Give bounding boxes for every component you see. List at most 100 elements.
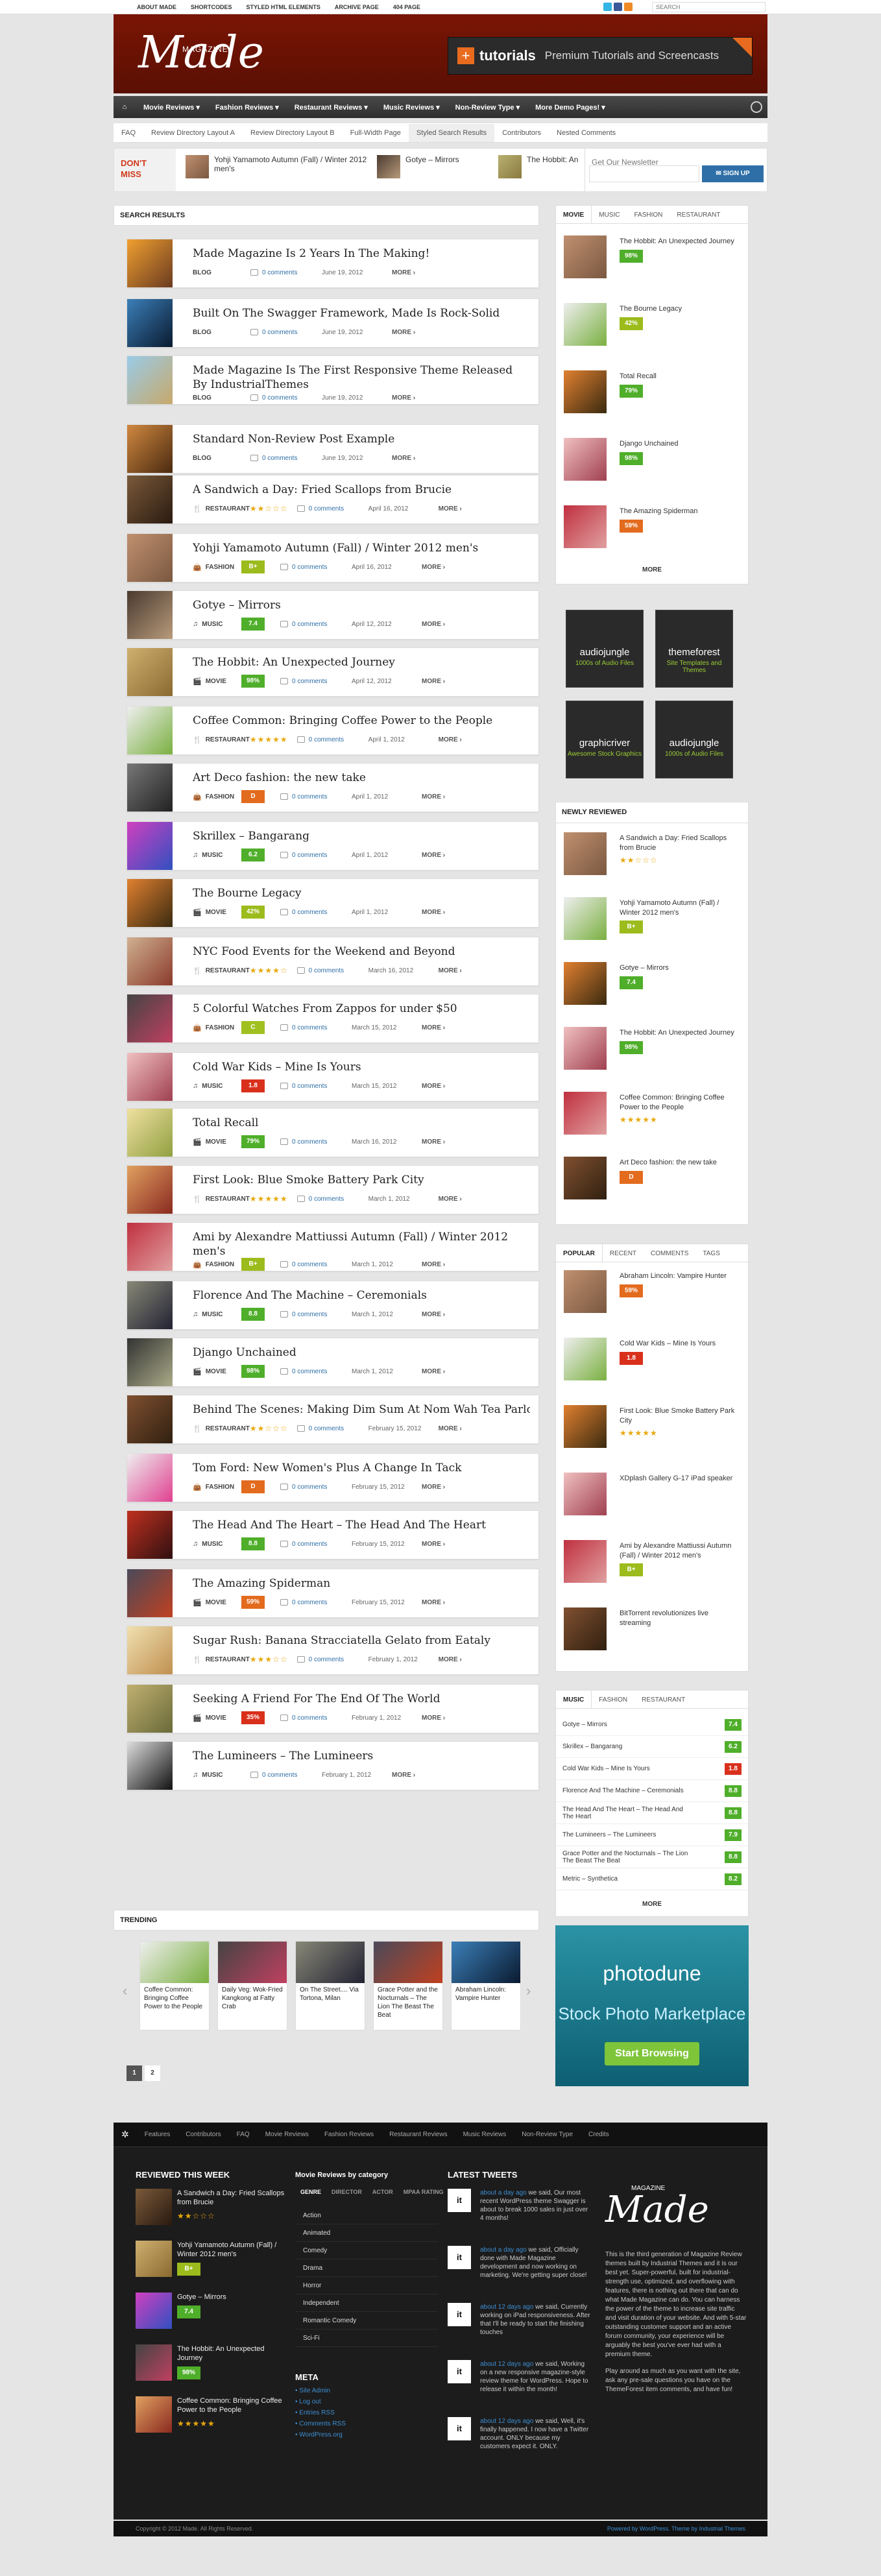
thumbnail[interactable] [127, 1511, 173, 1559]
result-title[interactable]: The Amazing Spiderman [193, 1576, 530, 1591]
category-label[interactable]: BLOG [193, 394, 241, 402]
music-title[interactable]: Skrillex – Bangarang [562, 1743, 622, 1750]
trending-title[interactable]: Daily Veg: Wok-Fried Kangkong at Fatty C… [218, 1983, 287, 2014]
thumbnail[interactable] [127, 475, 173, 524]
result-title[interactable]: Art Deco fashion: the new take [193, 771, 530, 785]
comments-link[interactable]: 0 comments [280, 1311, 352, 1318]
footer-nav-item[interactable]: FAQ [229, 2131, 258, 2138]
start-browsing-button[interactable]: Start Browsing [605, 2042, 699, 2065]
more-link[interactable]: MORE › [422, 621, 445, 628]
thumbnail[interactable] [136, 2396, 172, 2433]
meta-link[interactable]: • Log out [295, 2396, 346, 2407]
search-result-card[interactable]: A Sandwich a Day: Fried Scallops from Br… [127, 475, 539, 524]
thumbnail[interactable] [140, 1942, 209, 1983]
comments-link[interactable]: 0 comments [280, 678, 352, 685]
tweet-time[interactable]: about 12 days ago [480, 2361, 533, 2368]
sidebar-item-title[interactable]: The Bourne Legacy [620, 304, 740, 314]
top-search-input[interactable] [652, 2, 766, 12]
footer-item-title[interactable]: Yohji Yamamoto Autumn (Fall) / Winter 20… [177, 2241, 287, 2259]
footer-nav-item[interactable]: Features [137, 2131, 178, 2138]
comments-link[interactable]: 0 comments [280, 1541, 352, 1548]
thumbnail[interactable] [127, 764, 173, 812]
trending-card[interactable]: Daily Veg: Wok-Fried Kangkong at Fatty C… [217, 1941, 287, 2030]
more-link[interactable]: MORE › [422, 1024, 445, 1031]
result-title[interactable]: A Sandwich a Day: Fried Scallops from Br… [193, 483, 530, 497]
chevron-left-icon[interactable]: ‹ [123, 1982, 127, 1999]
search-result-card[interactable]: Florence And The Machine – Ceremonials ♫ M… [127, 1281, 539, 1330]
tab-music[interactable]: Music [556, 1691, 592, 1708]
category-item[interactable]: Animated [295, 2224, 438, 2242]
sidebar-item-title[interactable]: The Hobbit: An Unexpected Journey [620, 1028, 740, 1038]
result-title[interactable]: Total Recall [193, 1116, 530, 1130]
category-label[interactable]: 🎬 MOVIE [193, 908, 241, 917]
comments-link[interactable]: 0 comments [250, 329, 322, 336]
twitter-icon[interactable] [603, 3, 612, 11]
tab-restaurant[interactable]: Restaurant [670, 206, 727, 223]
more-link[interactable]: MORE › [392, 394, 415, 402]
footer-item-title[interactable]: The Hobbit: An Unexpected Journey [177, 2344, 287, 2363]
search-result-card[interactable]: Built On The Swagger Framework, Made Is … [127, 298, 539, 348]
page-number-current[interactable]: 1 [127, 2065, 142, 2081]
tab-fashion[interactable]: Fashion [592, 1691, 634, 1708]
thumbnail[interactable] [127, 299, 173, 347]
category-label[interactable]: 🎬 MOVIE [193, 1367, 241, 1376]
tab-actor[interactable]: Actor [367, 2189, 398, 2195]
ad-banner[interactable]: themeforest Site Templates and Themes [655, 610, 733, 688]
category-label[interactable]: ♫ MUSIC [193, 1082, 241, 1090]
trending-title[interactable]: Abraham Lincoln: Vampire Hunter [452, 1983, 520, 2005]
result-title[interactable]: First Look: Blue Smoke Battery Park City [193, 1173, 530, 1187]
thumbnail[interactable] [564, 1027, 607, 1070]
result-title[interactable]: The Head And The Heart – The Head And Th… [193, 1518, 530, 1532]
subnav-item[interactable]: Contributors [494, 129, 549, 137]
category-label[interactable]: 👜 FASHION [193, 563, 241, 572]
more-link[interactable]: MORE › [439, 736, 462, 743]
music-title[interactable]: Grace Potter and the Nocturnals – The Li… [562, 1850, 692, 1864]
subnav-item[interactable]: Full-Width Page [343, 129, 409, 137]
music-list-row[interactable]: Metric – Synthetica 8.2 [556, 1868, 748, 1890]
music-list-row[interactable]: Florence And The Machine – Ceremonials 8.… [556, 1780, 748, 1802]
comments-link[interactable]: 0 comments [280, 1261, 352, 1268]
thumbnail[interactable] [127, 1742, 173, 1790]
meta-link[interactable]: • Entries RSS [295, 2407, 346, 2418]
thumbnail[interactable] [564, 370, 607, 413]
more-link[interactable]: MORE › [422, 1541, 445, 1548]
search-icon[interactable] [751, 101, 762, 113]
category-item[interactable]: Horror [295, 2277, 438, 2294]
thumbnail[interactable] [136, 2344, 172, 2381]
comments-link[interactable]: 0 comments [280, 1484, 352, 1491]
search-result-card[interactable]: NYC Food Events for the Weekend and Beyo… [127, 937, 539, 986]
thumbnail[interactable] [127, 1395, 173, 1443]
more-button[interactable]: MORE [556, 1901, 748, 1908]
more-link[interactable]: MORE › [422, 1368, 445, 1375]
ad-banner[interactable]: graphicriver Awesome Stock Graphics [566, 701, 644, 778]
thumbnail[interactable] [136, 2241, 172, 2277]
footer-item-title[interactable]: Gotye – Mirrors [177, 2293, 287, 2302]
result-title[interactable]: Ami by Alexandre Mattiussi Autumn (Fall)… [193, 1230, 530, 1258]
more-link[interactable]: MORE › [439, 1425, 462, 1432]
music-list-row[interactable]: The Lumineers – The Lumineers 7.9 [556, 1824, 748, 1846]
more-link[interactable]: MORE › [439, 505, 462, 512]
search-result-card[interactable]: Skrillex – Bangarang ♫ MUSIC 6.2 0 comments A… [127, 821, 539, 871]
trending-title[interactable]: On The Street.... Via Tortona, Milan [296, 1983, 365, 2005]
thumbnail[interactable] [127, 1626, 173, 1674]
category-item[interactable]: Drama [295, 2259, 438, 2277]
category-label[interactable]: 🍴 RESTAURANT [193, 967, 250, 975]
category-label[interactable]: ♫ MUSIC [193, 620, 241, 628]
sidebar-item-title[interactable]: Art Deco fashion: the new take [620, 1158, 740, 1168]
category-label[interactable]: 👜 FASHION [193, 1024, 241, 1032]
search-result-card[interactable]: First Look: Blue Smoke Battery Park City… [127, 1165, 539, 1214]
footer-nav-item[interactable]: Movie Reviews [258, 2131, 317, 2138]
thumbnail[interactable] [564, 235, 607, 278]
thumbnail[interactable] [564, 303, 607, 346]
thumbnail[interactable] [452, 1942, 520, 1983]
comments-link[interactable]: 0 comments [296, 967, 368, 974]
tab-recent[interactable]: Recent [603, 1244, 644, 1262]
category-label[interactable]: 🎬 MOVIE [193, 677, 241, 686]
thumbnail[interactable] [127, 239, 173, 287]
category-label[interactable]: BLOG [193, 455, 241, 462]
tab-fashion[interactable]: Fashion [627, 206, 670, 223]
search-result-card[interactable]: Behind The Scenes: Making Dim Sum At Nom… [127, 1395, 539, 1444]
footer-nav-item[interactable]: Credits [581, 2131, 617, 2138]
search-result-card[interactable]: Standard Non-Review Post Example BLOG 0 co… [127, 424, 539, 474]
comments-link[interactable]: 0 comments [280, 621, 352, 628]
